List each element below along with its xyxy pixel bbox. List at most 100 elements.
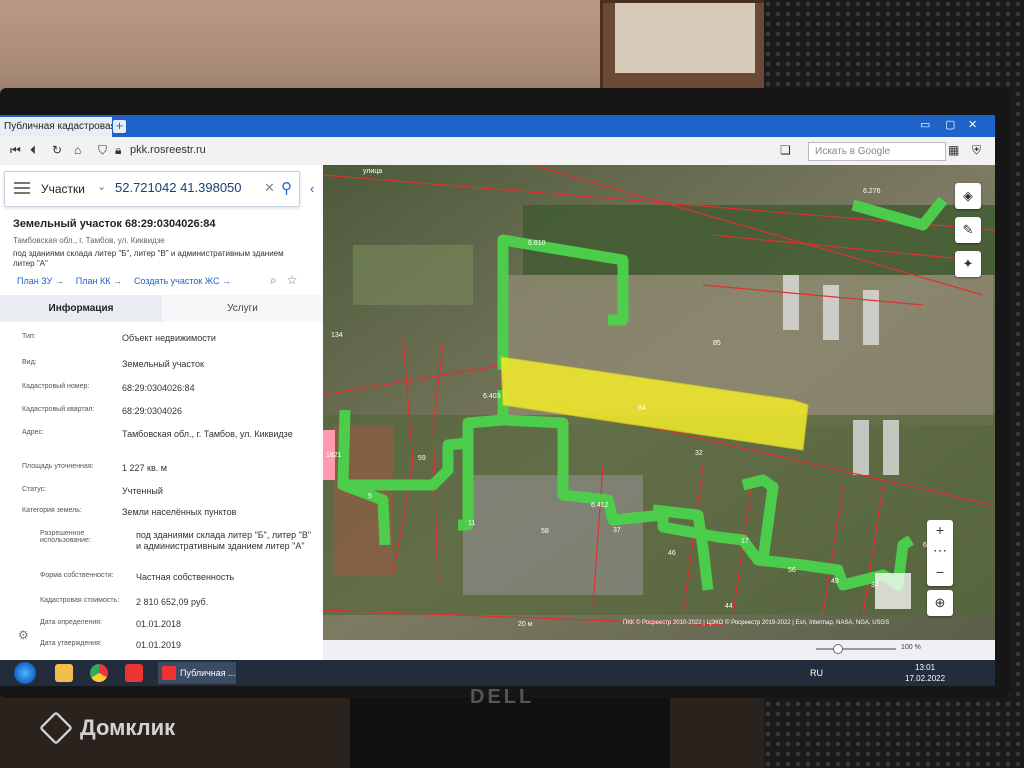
zoom-in-button[interactable]: +	[927, 522, 953, 538]
chevron-down-icon[interactable]: ⌄	[97, 180, 106, 193]
close-icon[interactable]: ✕	[968, 118, 977, 131]
more-icon[interactable]: ⋯	[927, 542, 953, 559]
new-tab-button[interactable]: +	[113, 119, 126, 133]
map-statusbar: 100 %	[323, 640, 995, 660]
create-parcel-link[interactable]: Создать участок ЖС →	[134, 276, 231, 286]
reload-icon[interactable]: ↻	[52, 143, 62, 157]
monitor-brand: DELL	[470, 686, 535, 708]
search-input[interactable]: 52.721042 41.398050	[115, 180, 242, 195]
info-key: Разрешенное использование:	[40, 530, 91, 544]
info-value: 68:29:0304026	[122, 406, 183, 416]
browser-tab[interactable]: Публичная кадастровая к	[0, 117, 112, 137]
scale-bar: 20 м	[518, 621, 533, 628]
browser-search-input[interactable]: Искать в Google	[808, 142, 946, 161]
info-key: Категория земель:	[22, 507, 82, 514]
clock-date: 17.02.2022	[905, 674, 946, 683]
menu-icon[interactable]	[14, 182, 30, 184]
parcel-label: 6.276	[863, 188, 881, 195]
plan-zu-link[interactable]: План ЗУ →	[17, 276, 64, 286]
info-value: 1 227 кв. м	[122, 463, 167, 473]
task-label: Публичная ...	[180, 668, 236, 678]
parcel-label: 32	[695, 450, 703, 457]
house-icon	[39, 711, 73, 745]
vivaldi-icon[interactable]	[125, 664, 143, 682]
wall-frame	[600, 0, 776, 94]
first-icon[interactable]: ⏮	[10, 143, 21, 158]
star-icon[interactable]: ☆	[287, 273, 298, 288]
bookmark-icon[interactable]: ❏	[780, 143, 791, 157]
parcel-label: 5	[368, 493, 372, 500]
search-icon[interactable]: ⚲	[281, 179, 292, 197]
taskbar: Публичная ... RU 13:01 17.02.2022	[0, 660, 995, 686]
minimap[interactable]	[875, 573, 911, 609]
parcel-label: 85	[713, 340, 721, 347]
clock[interactable]: 13:01 17.02.2022	[905, 662, 945, 684]
zoom-track[interactable]	[816, 648, 896, 650]
info-value: Учтенный	[122, 486, 163, 496]
parcel-label: 37	[613, 527, 621, 534]
info-value: 01.01.2019	[136, 640, 182, 650]
folder-icon[interactable]	[55, 664, 73, 682]
collapse-panel-icon[interactable]: ‹	[310, 181, 314, 196]
parcel-label: 6.403	[483, 393, 501, 400]
tab-info[interactable]: Информация	[0, 295, 162, 322]
shield-badge-icon[interactable]: ⛨	[972, 143, 981, 158]
shield-icon[interactable]: ⛉	[98, 143, 107, 158]
search-type-select[interactable]: Участки	[41, 182, 85, 196]
gear-icon[interactable]: ⚙	[18, 628, 29, 642]
info-panel: Участки ⌄ 52.721042 41.398050 ✕ ⚲ ‹ Земе…	[0, 165, 324, 660]
taskbar-browser-task[interactable]: Публичная ...	[158, 662, 236, 684]
parcel-label: 59	[418, 455, 426, 462]
minimize-icon[interactable]: ▭	[920, 118, 930, 131]
map-canvas[interactable]: 6.2766.6106.4036.4126.181348584325951158…	[323, 165, 995, 640]
info-key: Кадастровый номер:	[22, 383, 90, 390]
info-value: Объект недвижимости	[122, 333, 216, 343]
lock-icon: 🔒︎	[115, 143, 122, 157]
parcel-label: 46	[668, 550, 676, 557]
object-title: Земельный участок 68:29:0304026:84	[13, 218, 216, 230]
parcel-label: 56	[788, 567, 796, 574]
maximize-icon[interactable]: ▢	[945, 118, 955, 131]
home-icon[interactable]: ⌂	[74, 143, 81, 157]
panel-tabs: Информация Услуги	[0, 295, 323, 322]
start-button[interactable]	[14, 662, 36, 684]
language-indicator[interactable]: RU	[810, 668, 823, 678]
parcel-label: 6.610	[528, 240, 546, 247]
info-key: Статус:	[22, 486, 47, 493]
info-key: Кадастровый квартал:	[22, 406, 95, 413]
info-value: Земельный участок	[122, 359, 204, 369]
browser-tabbar: Публичная кадастровая к + ▭ ▢ ✕	[0, 115, 995, 137]
info-value: 68:29:0304026:84	[122, 383, 195, 393]
search-map-icon[interactable]: ⌕	[270, 273, 277, 288]
info-key: Вид:	[22, 359, 37, 366]
info-key: Форма собственности:	[40, 572, 114, 579]
parcel-label: 1821	[326, 452, 342, 459]
parcel-label: 49	[831, 578, 839, 585]
parcel-label: 134	[331, 332, 343, 339]
locate-icon[interactable]: ✦	[955, 251, 981, 277]
parcel-label: 84	[638, 405, 646, 412]
tab-services[interactable]: Услуги	[162, 295, 323, 322]
map-view[interactable]: 6.2766.6106.4036.4126.181348584325951158…	[323, 165, 995, 640]
info-key: Дата определения:	[40, 619, 102, 626]
parcel-label: 44	[725, 603, 733, 610]
clear-icon[interactable]: ✕	[264, 180, 275, 196]
plan-kk-link[interactable]: План КК →	[76, 276, 122, 286]
chrome-icon[interactable]	[90, 664, 108, 682]
url-field[interactable]: pkk.rosreestr.ru	[130, 144, 206, 156]
download-icon[interactable]: ⊕	[927, 590, 953, 616]
zoom-out-button[interactable]: −	[927, 564, 953, 580]
pencil-icon[interactable]: ✎	[955, 217, 981, 243]
zoom-slider[interactable]	[833, 644, 843, 654]
search-bar[interactable]: Участки ⌄ 52.721042 41.398050 ✕ ⚲	[4, 171, 300, 207]
info-value: 01.01.2018	[136, 619, 182, 629]
info-value: Тамбовская обл., г. Тамбов, ул. Киквидзе	[122, 429, 293, 439]
info-key: Площадь уточненная:	[22, 463, 94, 470]
clock-time: 13:01	[915, 663, 936, 672]
back-icon[interactable]: ⏴	[30, 143, 36, 158]
layers-icon[interactable]: ◈	[955, 183, 981, 209]
info-value: 2 810 652,09 руб.	[136, 597, 209, 607]
extension-icon[interactable]: ▦	[948, 143, 959, 157]
vivaldi-task-icon	[162, 666, 176, 680]
info-key: Кадастровая стоимость:	[40, 597, 120, 604]
